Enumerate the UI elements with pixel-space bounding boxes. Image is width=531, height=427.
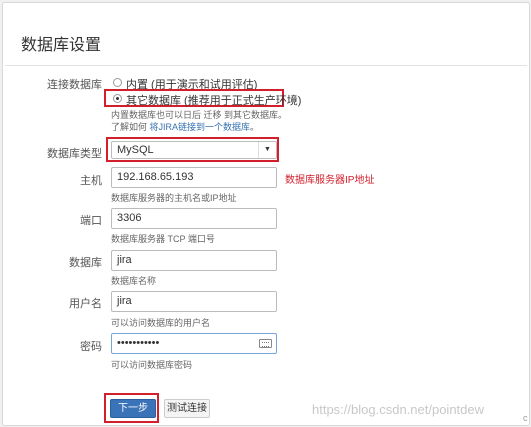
learn-suffix: 。: [250, 122, 260, 132]
learn-link[interactable]: 将JIRA链接到一个数据库: [150, 122, 251, 132]
radio-other-db-label[interactable]: 其它数据库 (推荐用于正式生产环境): [126, 92, 301, 108]
chevron-down-icon[interactable]: ▼: [258, 142, 276, 158]
password-label: 密码: [80, 341, 102, 353]
page-title: 数据库设置: [21, 37, 102, 54]
db-type-value: MySQL: [117, 144, 154, 156]
divider: [5, 65, 527, 66]
password-value: •••••••••••: [117, 337, 160, 349]
radio-builtin[interactable]: [113, 78, 122, 87]
host-input[interactable]: 192.168.65.193: [111, 167, 277, 188]
corner-glyph: c: [523, 413, 528, 423]
database-help: 数据库名称: [111, 276, 157, 286]
username-label: 用户名: [69, 298, 102, 310]
watermark: https://blog.csdn.net/pointdew: [312, 402, 485, 417]
database-label: 数据库: [69, 257, 102, 269]
port-label: 端口: [80, 215, 102, 227]
host-annotation: 数据库服务器IP地址: [285, 175, 375, 186]
host-label: 主机: [80, 175, 102, 187]
password-input[interactable]: •••••••••••: [111, 333, 277, 354]
test-connection-button[interactable]: 测试连接: [164, 399, 210, 418]
port-help: 数据库服务器 TCP 端口号: [111, 234, 215, 244]
password-help: 可以访问数据库密码: [111, 360, 193, 370]
db-type-select[interactable]: MySQL ▼: [111, 141, 277, 159]
connection-label: 连接数据库: [47, 79, 102, 91]
db-type-label: 数据库类型: [47, 148, 102, 160]
keyboard-icon[interactable]: [259, 339, 272, 348]
connection-help-learn: 了解如何 将JIRA链接到一个数据库。: [111, 120, 259, 133]
next-button[interactable]: 下一步: [110, 399, 156, 418]
username-input[interactable]: jira: [111, 291, 277, 312]
learn-prefix: 了解如何: [111, 122, 150, 132]
host-help: 数据库服务器的主机名或IP地址: [111, 193, 237, 203]
radio-other-db[interactable]: [113, 94, 122, 103]
username-help: 可以访问数据库的用户名: [111, 318, 211, 328]
port-input[interactable]: 3306: [111, 208, 277, 229]
database-input[interactable]: jira: [111, 250, 277, 271]
